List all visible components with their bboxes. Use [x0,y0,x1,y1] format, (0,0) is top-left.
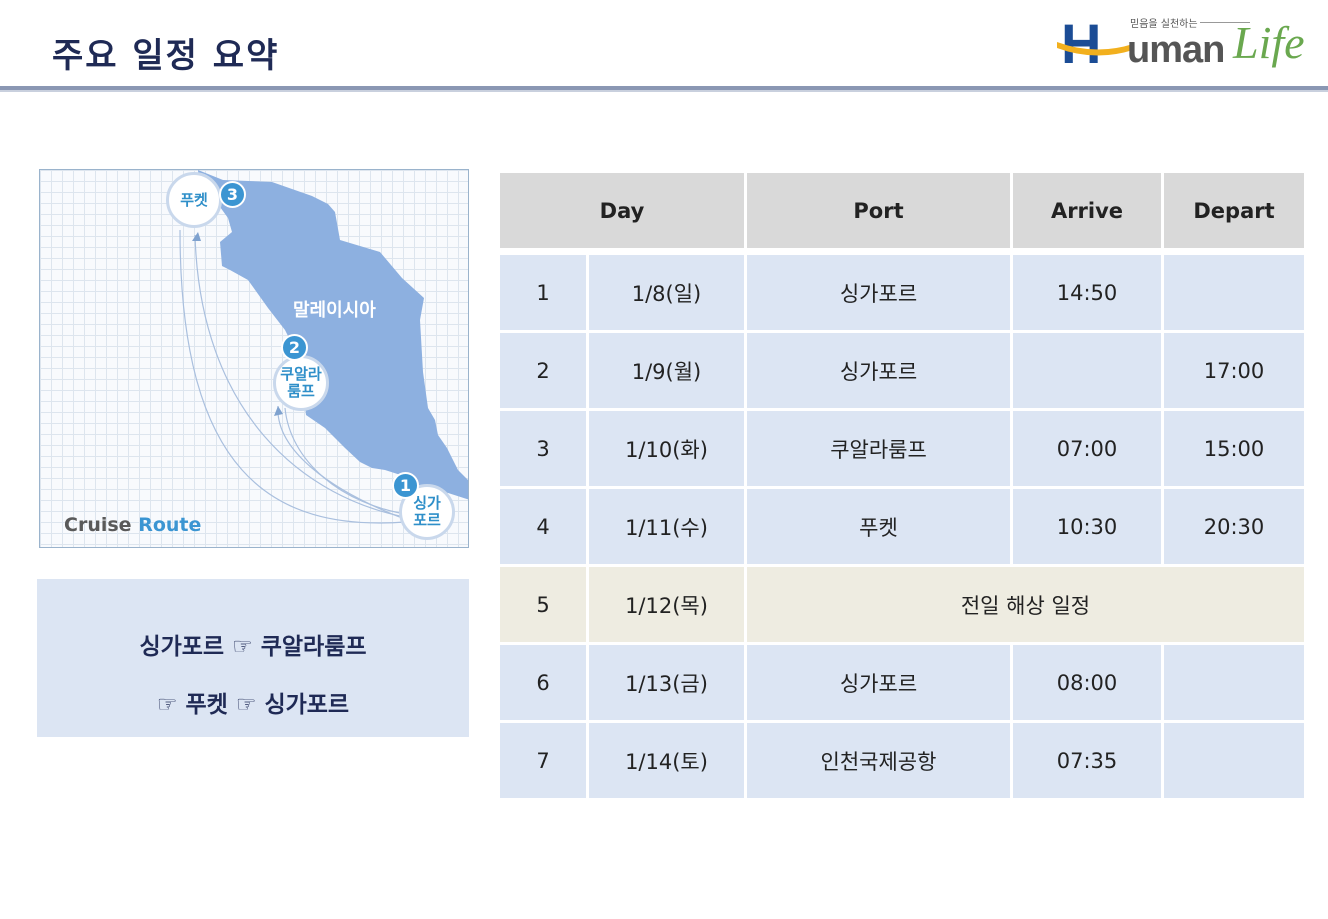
table-header-row: Day Port Arrive Depart [500,173,1304,252]
table-row-sea-day: 5 1/12(목) 전일 해상 일정 [500,567,1304,642]
cell-day-number: 2 [500,333,586,408]
table-row: 2 1/9(월) 싱가포르 17:00 [500,333,1304,408]
cell-depart [1164,255,1304,330]
table-row: 7 1/14(토) 인천국제공항 07:35 [500,723,1304,798]
table-row: 4 1/11(수) 푸켓 10:30 20:30 [500,489,1304,564]
route-summary-line1: 싱가포르 ☞ 쿠알라룸프 [139,634,367,660]
cell-date: 1/12(목) [589,567,744,642]
route-summary-box: 싱가포르 ☞ 쿠알라룸프 ☞ 푸켓 ☞ 싱가포르 [37,579,469,737]
cell-date: 1/10(화) [589,411,744,486]
cell-arrive: 10:30 [1013,489,1161,564]
cell-day-number: 4 [500,489,586,564]
cell-day-number: 6 [500,645,586,720]
stop-number-badge: 3 [219,181,246,208]
header-arrive: Arrive [1013,173,1161,252]
header-depart: Depart [1164,173,1304,252]
cell-day-number: 7 [500,723,586,798]
pin-label-line2: 포르 [413,511,441,529]
cell-port: 인천국제공항 [747,723,1010,798]
cruise-route-map: 말레이시아 푸켓 3 쿠알라 룸프 2 싱가 포르 1 Cruise Route [39,169,469,548]
map-caption: Cruise Route [64,514,201,536]
map-caption-cruise: Cruise [64,514,132,536]
arrowhead-icon [274,406,283,416]
cell-arrive: 07:35 [1013,723,1161,798]
map-pin-kuala-lumpur: 쿠알라 룸프 [273,355,329,411]
cell-date: 1/9(월) [589,333,744,408]
cell-date: 1/13(금) [589,645,744,720]
cell-depart [1164,645,1304,720]
logo-word-uman: uman [1127,29,1225,71]
cell-port: 싱가포르 [747,333,1010,408]
logo-swoosh-icon [1057,42,1133,56]
cell-port: 푸켓 [747,489,1010,564]
cell-day-number: 3 [500,411,586,486]
route-summary-line2: ☞ 푸켓 ☞ 싱가포르 [156,692,350,718]
cell-port: 싱가포르 [747,255,1010,330]
itinerary-table: Day Port Arrive Depart 1 1/8(일) 싱가포르 14:… [497,170,1307,801]
table-row: 3 1/10(화) 쿠알라룸프 07:00 15:00 [500,411,1304,486]
logo-tagline: 믿음을 실천하는 [1130,19,1198,30]
country-label: 말레이시아 [293,300,376,321]
cell-date: 1/8(일) [589,255,744,330]
stop-number-badge: 1 [392,472,419,499]
map-pin-phuket: 푸켓 [166,172,222,228]
pin-label: 푸켓 [180,190,208,209]
cell-depart: 20:30 [1164,489,1304,564]
cell-day-number: 1 [500,255,586,330]
cell-port: 쿠알라룸프 [747,411,1010,486]
map-caption-route: Route [138,514,202,536]
cell-date: 1/14(토) [589,723,744,798]
page-title: 주요 일정 요약 [52,36,280,76]
pin-label-line2: 룸프 [287,382,315,400]
header-port: Port [747,173,1010,252]
stop-number-badge: 2 [281,334,308,361]
cell-sea-note: 전일 해상 일정 [747,567,1304,642]
cell-depart: 17:00 [1164,333,1304,408]
header-divider-light [0,90,1328,92]
cell-arrive [1013,333,1161,408]
header-day: Day [500,173,744,252]
arrowhead-icon [192,232,201,241]
cell-day-number: 5 [500,567,586,642]
table-row: 6 1/13(금) 싱가포르 08:00 [500,645,1304,720]
cell-arrive: 08:00 [1013,645,1161,720]
cell-depart [1164,723,1304,798]
pin-label-line1: 쿠알라 [280,365,322,383]
table-row: 1 1/8(일) 싱가포르 14:50 [500,255,1304,330]
cell-date: 1/11(수) [589,489,744,564]
pin-label-line1: 싱가 [413,494,441,512]
cell-depart: 15:00 [1164,411,1304,486]
malaysia-landmass [198,170,468,500]
humanlife-logo: 믿음을 실천하는 H uman Life [1055,10,1305,84]
cell-arrive: 14:50 [1013,255,1161,330]
logo-word-life: Life [1233,17,1305,68]
cell-port: 싱가포르 [747,645,1010,720]
cell-arrive: 07:00 [1013,411,1161,486]
